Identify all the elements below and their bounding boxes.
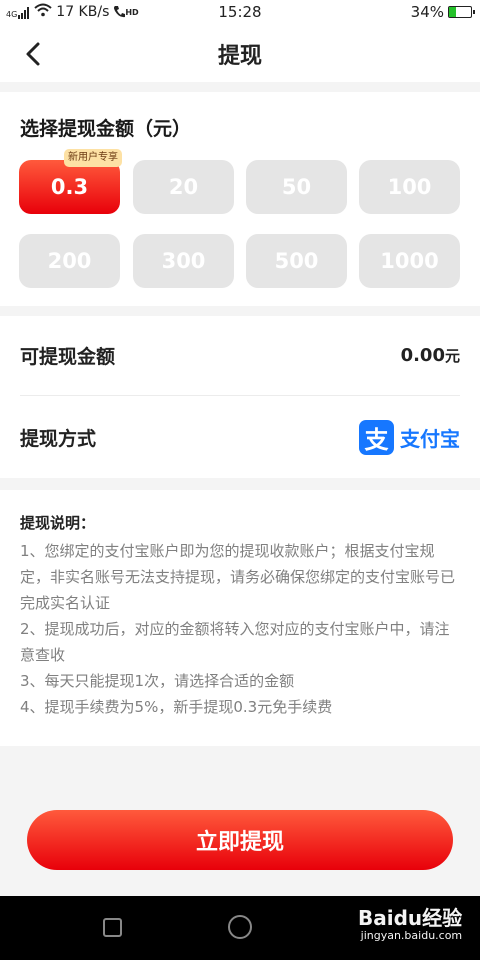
amount-section: 选择提现金额（元） 0.3 新用户专享 20 50 100 200 300 50… [0, 92, 480, 306]
alipay-method[interactable]: 支 支付宝 [359, 419, 460, 455]
alipay-label: 支付宝 [400, 426, 460, 451]
balance-label: 可提现金额 [20, 346, 116, 368]
amount-option-label: 100 [387, 175, 432, 199]
status-right: 34% [410, 3, 475, 21]
amount-option-500[interactable]: 500 [246, 234, 347, 288]
notes-list: 1、您绑定的支付宝账户即为您的提现收款账户；根据支付宝规定，非实名账号无法支持提… [20, 538, 458, 720]
page-title: 提现 [217, 44, 262, 69]
balance-row: 可提现金额 0.00元 [20, 316, 460, 396]
amount-option-label: 0.3 [50, 175, 89, 199]
system-nav-bar: Baidu经验 jingyan.baidu.com [0, 896, 480, 960]
battery-icon [448, 6, 475, 18]
note-item: 3、每天只能提现1次，请选择合适的金额 [20, 672, 295, 690]
watermark-url: jingyan.baidu.com [360, 929, 463, 942]
watermark: Baidu经验 jingyan.baidu.com [358, 902, 462, 942]
amount-option-0-3[interactable]: 0.3 新用户专享 [19, 149, 122, 214]
note-item: 1、您绑定的支付宝账户即为您的提现收款账户；根据支付宝规定，非实名账号无法支持提… [20, 542, 456, 612]
amount-option-100[interactable]: 100 [359, 160, 460, 214]
amount-option-50[interactable]: 50 [246, 160, 347, 214]
alipay-logo-char: 支 [364, 425, 389, 454]
notes-title: 提现说明： [20, 514, 96, 532]
note-item: 4、提现手续费为5%，新手提现0.3元免手续费 [20, 698, 333, 716]
battery-percent: 34% [410, 3, 444, 21]
notes-section: 提现说明： 1、您绑定的支付宝账户即为您的提现收款账户；根据支付宝规定，非实名账… [0, 490, 480, 746]
amount-option-label: 20 [168, 175, 199, 199]
battery-level [449, 7, 457, 17]
amount-option-label: 200 [47, 249, 92, 273]
recent-apps-icon[interactable] [103, 918, 122, 937]
status-time: 15:28 [218, 3, 262, 21]
withdraw-submit-button[interactable]: 立即提现 [27, 810, 453, 870]
submit-label: 立即提现 [195, 830, 284, 855]
amount-section-title: 选择提现金额（元） [20, 118, 192, 140]
nav-bar: 提现 [0, 26, 480, 82]
watermark-main: Baidu经验 [358, 906, 463, 930]
balance-value: 0.00 [400, 345, 445, 366]
amount-option-200[interactable]: 200 [19, 234, 120, 288]
home-icon[interactable] [228, 915, 252, 939]
amount-option-1000[interactable]: 1000 [359, 234, 460, 288]
amount-option-label: 1000 [380, 249, 439, 273]
amount-option-label: 50 [281, 175, 312, 199]
withdraw-info-section: 可提现金额 0.00元 提现方式 支 支付宝 [0, 316, 480, 478]
balance-display: 0.00元 [401, 345, 460, 366]
balance-unit: 元 [444, 347, 460, 365]
amount-option-300[interactable]: 300 [133, 234, 234, 288]
status-bar: 4G 17 KB/s HD 15:28 34% [0, 0, 480, 26]
amount-option-label: 500 [274, 249, 319, 273]
amount-option-20[interactable]: 20 [133, 160, 234, 214]
alipay-icon: 支 [359, 419, 394, 455]
note-item: 2、提现成功后，对应的金额将转入您对应的支付宝账户中，请注意查收 [20, 620, 450, 664]
new-user-badge: 新用户专享 [64, 149, 122, 167]
method-row: 提现方式 支 支付宝 [20, 397, 460, 477]
amount-option-label: 300 [161, 249, 206, 273]
method-label: 提现方式 [20, 427, 97, 450]
